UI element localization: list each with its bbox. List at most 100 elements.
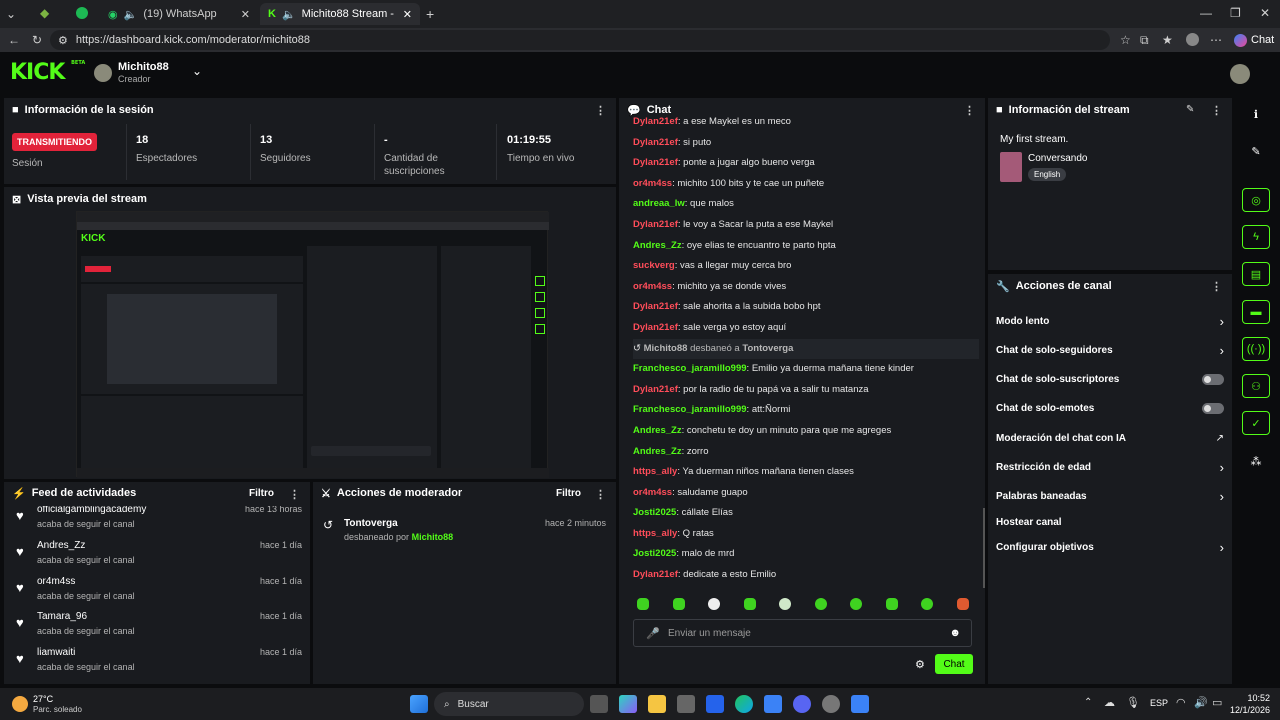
taskbar-search[interactable]: ⌕ Buscar bbox=[434, 692, 584, 716]
mail-icon[interactable] bbox=[706, 695, 724, 713]
flash-sidebar-button[interactable]: ϟ bbox=[1242, 225, 1270, 249]
chat-username[interactable]: Josti2025 bbox=[633, 507, 676, 518]
more-icon[interactable]: ⋮ bbox=[595, 104, 606, 117]
follower-name[interactable]: Tamara_96 bbox=[37, 611, 87, 622]
avatar[interactable] bbox=[94, 64, 112, 82]
clip-sidebar-button[interactable]: ◎ bbox=[1242, 188, 1270, 212]
chat-sidebar-button[interactable]: ▬ bbox=[1242, 300, 1270, 324]
mic-icon[interactable]: 🎤 bbox=[646, 627, 660, 640]
chat-username[interactable]: https_ally bbox=[633, 466, 677, 477]
chat-username[interactable]: Dylan21ef bbox=[633, 301, 678, 312]
stream-category[interactable]: Conversando bbox=[1028, 153, 1087, 164]
chat-username[interactable]: or4m4ss bbox=[633, 487, 672, 498]
chat-username[interactable]: https_ally bbox=[633, 528, 677, 539]
more-icon[interactable]: ⋮ bbox=[595, 488, 606, 501]
more-icon[interactable]: ⋯ bbox=[1210, 33, 1222, 47]
window-close-icon[interactable]: ✕ bbox=[1260, 6, 1270, 20]
chat-input[interactable]: 🎤 Enviar un mensaje ☻ bbox=[633, 619, 972, 647]
tab-whatsapp[interactable]: ◉ 🔈 (19) WhatsApp ✕ bbox=[100, 3, 258, 25]
chat-username[interactable]: Dylan21ef bbox=[633, 116, 678, 127]
extensions-sidebar-button[interactable]: ⁂ bbox=[1242, 449, 1270, 473]
pinned-tab-icon[interactable]: ◆ bbox=[40, 6, 49, 20]
emote-icon[interactable] bbox=[921, 598, 933, 610]
follower-name[interactable]: officialgamblingacademy bbox=[37, 506, 146, 515]
emote-icon[interactable] bbox=[957, 598, 969, 610]
action-goals[interactable]: Configurar objetivos › bbox=[996, 532, 1224, 562]
broadcast-sidebar-button[interactable]: ((·)) bbox=[1242, 337, 1270, 361]
action-followers-only[interactable]: Chat de solo-seguidores › bbox=[996, 335, 1224, 365]
emotes-only-toggle[interactable] bbox=[1202, 402, 1224, 414]
tab-kick-dashboard[interactable]: K 🔈 Michito88 Stream - Kick Dash ✕ bbox=[260, 3, 420, 25]
filter-button[interactable]: Filtro bbox=[249, 488, 274, 499]
more-icon[interactable]: ⋮ bbox=[289, 488, 300, 501]
task-view-icon[interactable] bbox=[590, 695, 608, 713]
chat-username[interactable]: Dylan21ef bbox=[633, 137, 678, 148]
spotify-tab-icon[interactable] bbox=[76, 7, 88, 19]
emote-icon[interactable] bbox=[886, 598, 898, 610]
chat-username[interactable]: suckverg bbox=[633, 260, 675, 271]
profile-icon[interactable] bbox=[1186, 33, 1199, 46]
chevron-down-icon[interactable]: ⌄ bbox=[192, 64, 202, 78]
subs-only-toggle[interactable] bbox=[1202, 373, 1224, 385]
edit-icon[interactable]: ✎ bbox=[1186, 104, 1194, 115]
chevron-up-icon[interactable]: ⌃ bbox=[1084, 697, 1092, 708]
follower-name[interactable]: Andres_Zz bbox=[37, 540, 85, 551]
volume-icon[interactable]: 🔊 bbox=[1194, 696, 1208, 709]
system-target[interactable]: Tontoverga bbox=[742, 343, 793, 354]
mic-icon[interactable]: 🎙 bbox=[1126, 696, 1140, 709]
kick-logo[interactable]: KICK BETA bbox=[10, 60, 85, 85]
site-info-icon[interactable]: ⚙ bbox=[58, 34, 68, 47]
windows-start-icon[interactable] bbox=[410, 695, 428, 713]
emote-icon[interactable] bbox=[815, 598, 827, 610]
action-ai-moderation[interactable]: Moderación del chat con IA ↗ bbox=[996, 423, 1224, 453]
chat-scrollbar[interactable] bbox=[983, 508, 985, 588]
more-icon[interactable]: ⋮ bbox=[1211, 104, 1222, 117]
notes-sidebar-button[interactable]: ▤ bbox=[1242, 262, 1270, 286]
emote-icon[interactable] bbox=[673, 598, 685, 610]
chat-username[interactable]: Dylan21ef bbox=[633, 569, 678, 580]
system-actor[interactable]: Michito88 bbox=[644, 343, 688, 354]
emote-icon[interactable] bbox=[779, 598, 791, 610]
settings-icon[interactable]: ⚙ bbox=[915, 658, 925, 671]
cloud-icon[interactable]: ☁ bbox=[1104, 696, 1115, 709]
tab-menu-icon[interactable]: ⌄ bbox=[6, 7, 16, 21]
weather-temp[interactable]: 27°C bbox=[33, 694, 53, 704]
copilot-chat-button[interactable]: Chat bbox=[1234, 31, 1274, 49]
app-icon[interactable] bbox=[764, 695, 782, 713]
edge-icon[interactable] bbox=[735, 695, 753, 713]
back-icon[interactable]: ← bbox=[8, 33, 20, 47]
channel-name[interactable]: Michito88 bbox=[118, 61, 169, 73]
info-sidebar-button[interactable]: ℹ bbox=[1242, 102, 1270, 126]
follower-name[interactable]: or4m4ss bbox=[37, 576, 75, 587]
settings-icon[interactable] bbox=[822, 695, 840, 713]
url-field[interactable]: ⚙ https://dashboard.kick.com/moderator/m… bbox=[50, 30, 1110, 50]
users-sidebar-button[interactable]: ⚇ bbox=[1242, 374, 1270, 398]
wifi-icon[interactable]: ◠ bbox=[1176, 696, 1186, 709]
tools-sidebar-button[interactable]: ✓ bbox=[1242, 411, 1270, 435]
filter-button[interactable]: Filtro bbox=[556, 488, 581, 499]
language-indicator[interactable]: ESP bbox=[1150, 698, 1168, 708]
maximize-icon[interactable]: ❐ bbox=[1230, 6, 1241, 20]
extensions-icon[interactable]: ⧉ bbox=[1140, 33, 1149, 48]
collections-icon[interactable]: ★ bbox=[1162, 33, 1173, 47]
chat-username[interactable]: Franchesco_jaramillo999 bbox=[633, 404, 747, 415]
reload-icon[interactable]: ↻ bbox=[32, 33, 42, 47]
chat-username[interactable]: Dylan21ef bbox=[633, 384, 678, 395]
chat-username[interactable]: or4m4ss bbox=[633, 281, 672, 292]
copilot-taskbar-icon[interactable] bbox=[619, 695, 637, 713]
emote-icon[interactable] bbox=[850, 598, 862, 610]
favorite-icon[interactable]: ☆ bbox=[1120, 33, 1131, 47]
chat-username[interactable]: Franchesco_jaramillo999 bbox=[633, 363, 747, 374]
emote-icon[interactable] bbox=[637, 598, 649, 610]
stream-video[interactable]: KICK bbox=[76, 211, 549, 478]
mod-action-user[interactable]: Tontoverga bbox=[344, 518, 398, 529]
file-explorer-icon[interactable] bbox=[648, 695, 666, 713]
clock-time[interactable]: 10:52 bbox=[1234, 693, 1270, 703]
new-tab-icon[interactable]: + bbox=[426, 6, 434, 22]
chat-username[interactable]: Dylan21ef bbox=[633, 322, 678, 333]
user-avatar[interactable] bbox=[1230, 64, 1250, 84]
follower-name[interactable]: liamwaiti bbox=[37, 647, 75, 658]
word-icon[interactable] bbox=[851, 695, 869, 713]
chat-username[interactable]: Dylan21ef bbox=[633, 157, 678, 168]
minimize-icon[interactable]: — bbox=[1200, 6, 1212, 20]
